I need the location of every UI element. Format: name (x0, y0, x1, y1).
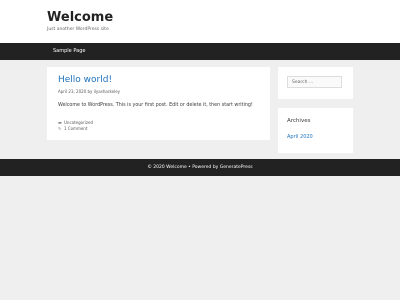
post-footer-meta: ▬ Uncategorized ✎ 1 Comment (58, 120, 93, 131)
post-comments-link[interactable]: 1 Comment (64, 126, 87, 131)
archive-link-april-2020[interactable]: April 2020 (287, 134, 313, 141)
site-footer: © 2020 Welcome • Powered by GeneratePres… (0, 159, 400, 176)
post-by-label: by (87, 89, 93, 94)
archives-title: Archives (287, 118, 311, 124)
site-title[interactable]: Welcome (47, 10, 113, 26)
archives-widget: Archives April 2020 (278, 108, 353, 153)
main-navigation: Sample Page (0, 43, 400, 60)
site-header: Welcome Just another WordPress site (0, 0, 400, 43)
post-content: Welcome to WordPress. This is your first… (58, 103, 253, 108)
site-description: Just another WordPress site (47, 27, 109, 32)
copyright-text: © 2020 Welcome • Powered by GeneratePres… (147, 165, 253, 170)
post-category[interactable]: Uncategorized (64, 120, 93, 125)
search-input[interactable]: Search ... (287, 76, 342, 88)
post-date[interactable]: April 23, 2020 (58, 89, 86, 94)
post-meta: April 23, 2020 by ilyasharkeley (58, 89, 120, 94)
search-widget: Search ... (278, 67, 353, 99)
post-author[interactable]: ilyasharkeley (94, 89, 120, 94)
post-article: Hello world! April 23, 2020 by ilyashark… (47, 67, 270, 140)
post-title[interactable]: Hello world! (58, 75, 112, 86)
nav-item-sample-page[interactable]: Sample Page (53, 48, 85, 55)
